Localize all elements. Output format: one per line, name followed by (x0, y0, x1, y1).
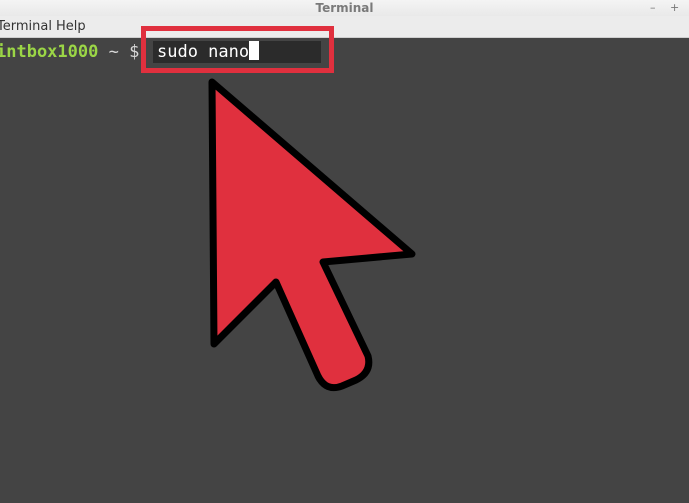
text-cursor (249, 41, 260, 60)
title-bar[interactable]: Terminal – + (0, 0, 689, 16)
prompt-path-symbol: ~ $ (98, 42, 140, 62)
shell-prompt: intbox1000 ~ $ (0, 41, 139, 63)
menu-item-terminal[interactable]: Terminal (0, 16, 52, 37)
terminal-window: Terminal – + Terminal Help intbox1000 ~ … (0, 0, 689, 503)
prompt-user-host: intbox1000 (0, 42, 99, 62)
menu-bar: Terminal Help (0, 16, 689, 38)
maximize-button[interactable]: + (670, 0, 679, 15)
menu-item-help[interactable]: Help (56, 16, 86, 37)
minimize-button[interactable]: – (650, 0, 656, 15)
command-text: sudo nano (157, 42, 250, 62)
window-title: Terminal (315, 1, 374, 15)
terminal-output[interactable]: intbox1000 ~ $ sudo nano (0, 38, 689, 503)
command-text-wrap: sudo nano (157, 41, 260, 63)
command-line[interactable]: sudo nano (153, 41, 321, 63)
